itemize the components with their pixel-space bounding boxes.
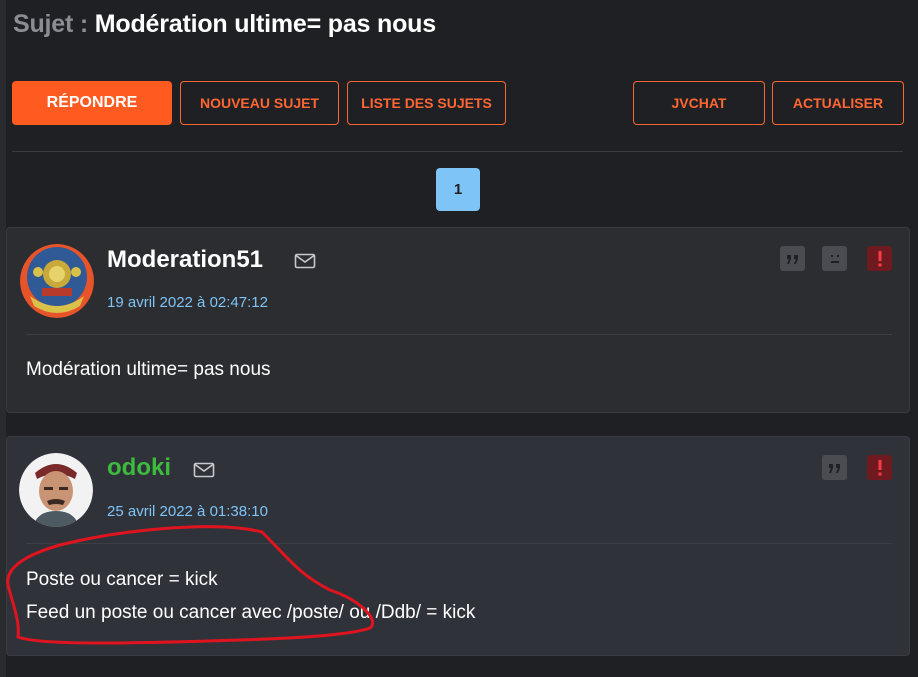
- post-date[interactable]: 19 avril 2022 à 02:47:12: [107, 294, 268, 311]
- post-message-line: Feed un poste ou cancer avec /poste/ ou …: [26, 602, 476, 623]
- quote-icon[interactable]: [780, 246, 805, 271]
- author-name[interactable]: Moderation51: [107, 246, 263, 274]
- sad-face-icon[interactable]: [822, 246, 847, 271]
- mail-icon[interactable]: [193, 461, 215, 479]
- topic-title: Modération ultime= pas nous: [94, 10, 436, 38]
- quote-icon[interactable]: [822, 455, 847, 480]
- post-divider: [26, 543, 892, 544]
- refresh-button[interactable]: ACTUALISER: [772, 81, 904, 125]
- topic-list-button[interactable]: LISTE DES SUJETS: [347, 81, 506, 125]
- topic-prefix: Sujet :: [13, 10, 88, 38]
- page-title: Sujet : Modération ultime= pas nous: [13, 10, 436, 39]
- report-icon[interactable]: [867, 246, 892, 271]
- mail-icon[interactable]: [294, 252, 316, 270]
- avatar[interactable]: [20, 244, 94, 318]
- author-name[interactable]: odoki: [107, 454, 171, 482]
- reply-button[interactable]: RÉPONDRE: [12, 81, 172, 125]
- jvchat-button[interactable]: JVCHAT: [633, 81, 765, 125]
- report-icon[interactable]: [867, 455, 892, 480]
- post-message: Modération ultime= pas nous: [26, 359, 271, 380]
- avatar[interactable]: [19, 453, 93, 527]
- post-message-line: Poste ou cancer = kick: [26, 569, 218, 590]
- toolbar-divider: [12, 151, 903, 152]
- page-1-button[interactable]: 1: [436, 168, 480, 211]
- new-topic-button[interactable]: NOUVEAU SUJET: [180, 81, 339, 125]
- post-card: odoki 25 avril 2022 à 01:38:10 Poste ou …: [6, 436, 910, 656]
- post-card: Moderation51 19 avril 2022 à 02:47:12 Mo…: [6, 227, 910, 413]
- post-date[interactable]: 25 avril 2022 à 01:38:10: [107, 503, 268, 520]
- post-divider: [26, 334, 892, 335]
